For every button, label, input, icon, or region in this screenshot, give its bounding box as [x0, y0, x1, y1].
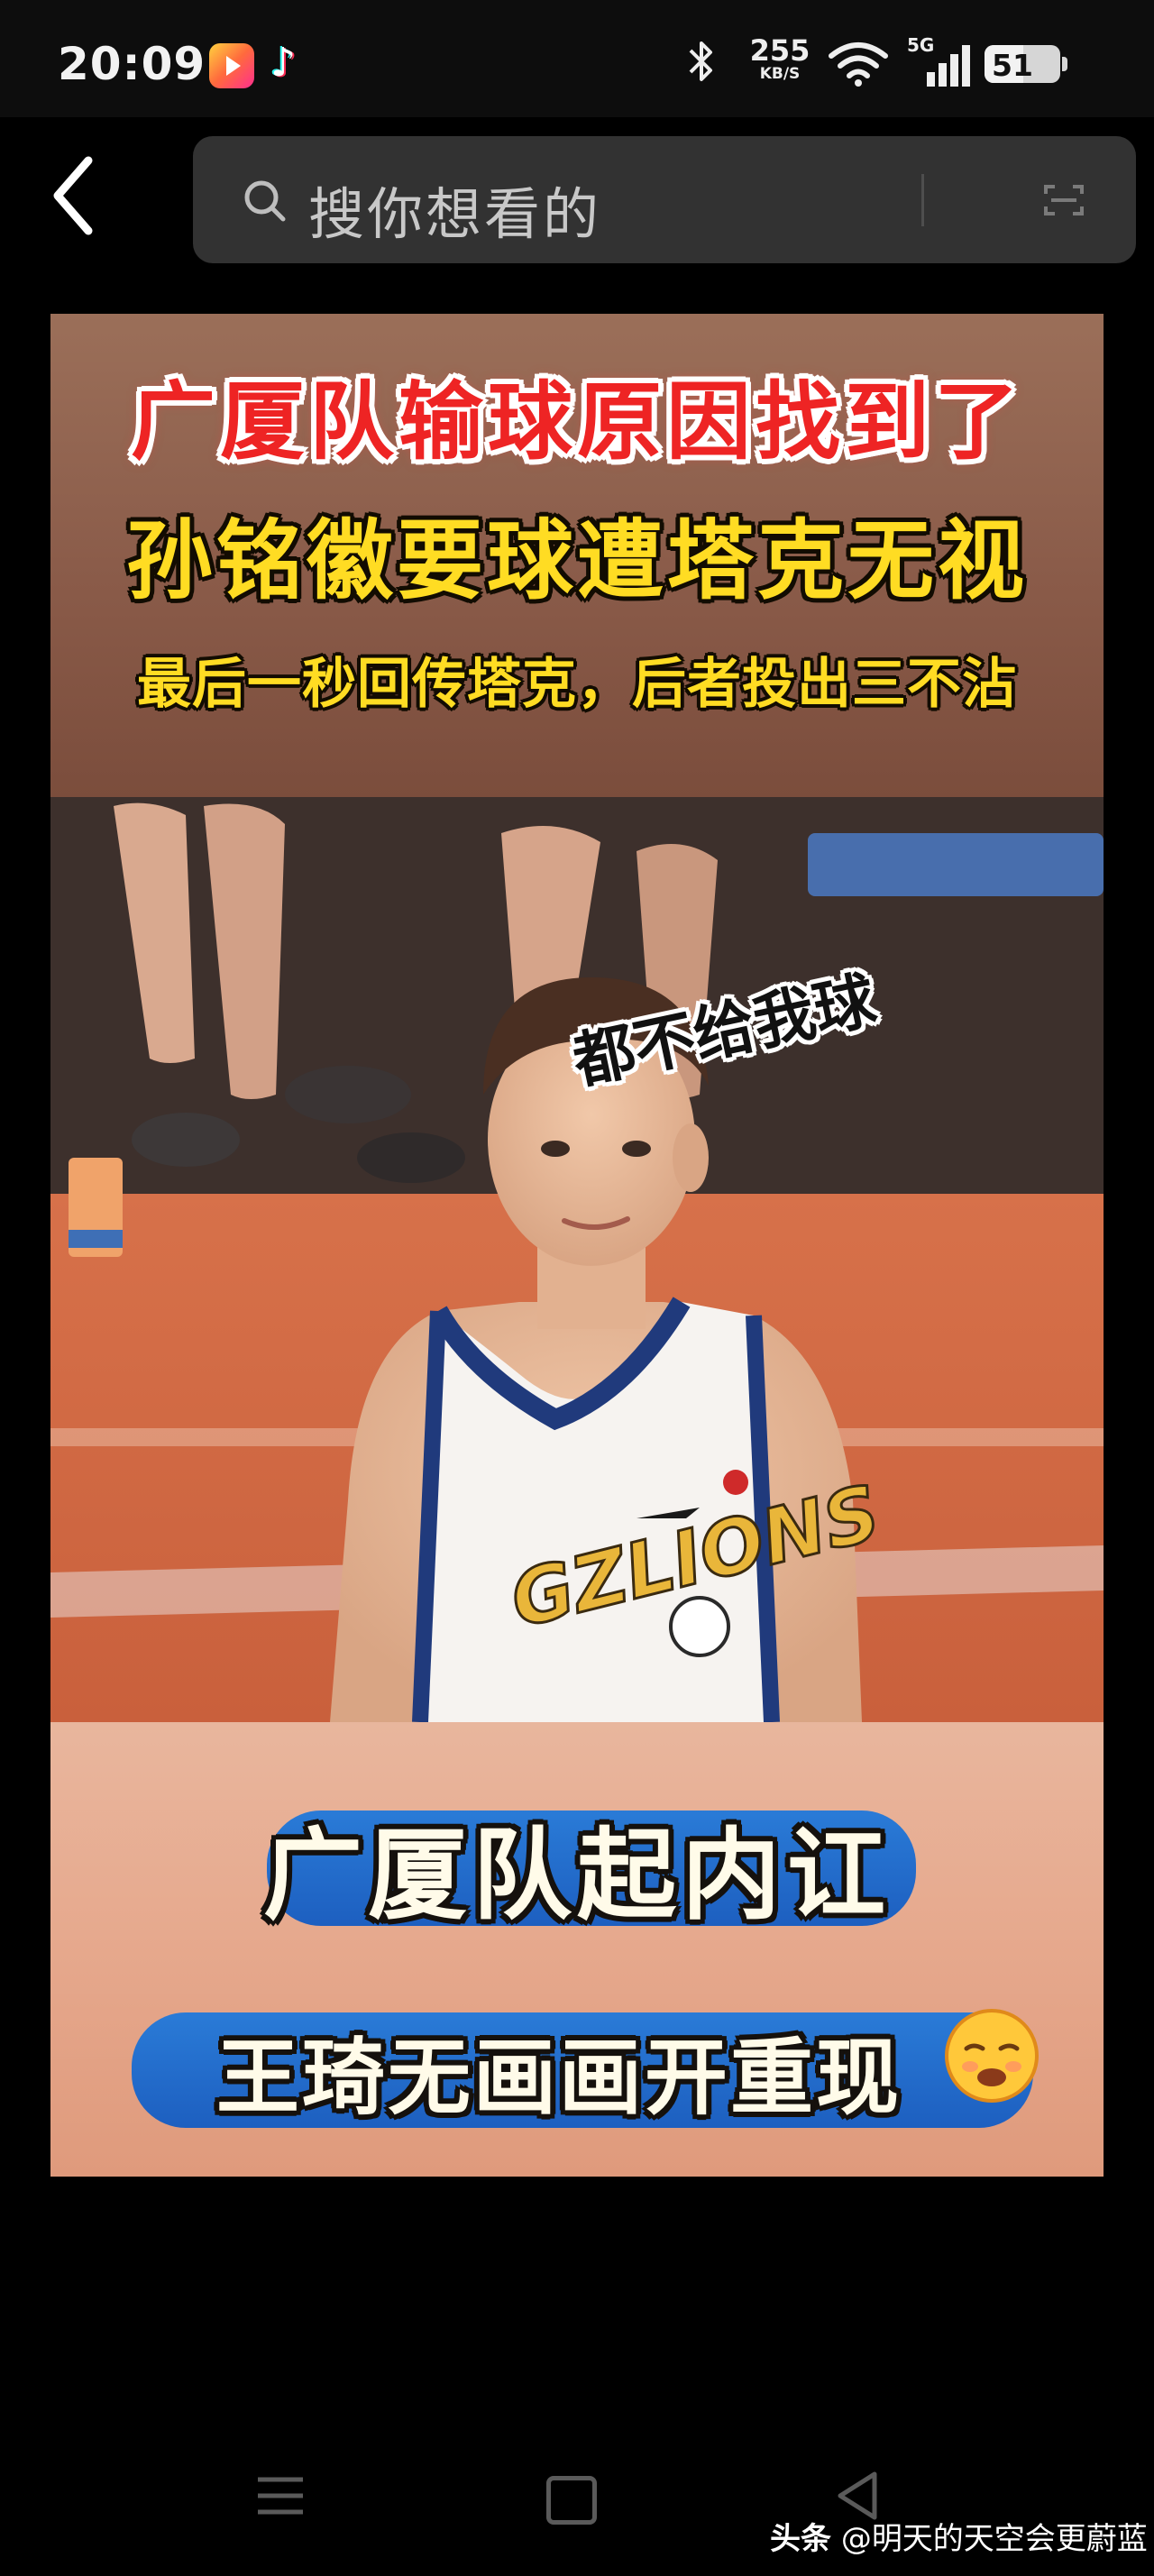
search-input[interactable]: 搜你想看的 [308, 169, 601, 250]
home-button[interactable] [546, 2476, 597, 2525]
status-time: 20:09 [58, 38, 206, 90]
post-image[interactable]: 广厦队输球原因找到了 孙铭徽要球遭塔克无视 最后一秒回传塔克，后者投出三不沾 G… [50, 314, 1104, 2177]
watermark: 头条 @明天的天空会更蔚蓝 [770, 2514, 1148, 2558]
scan-icon[interactable] [1044, 183, 1084, 221]
back-button[interactable] [47, 155, 119, 245]
watermark-handle: @明天的天空会更蔚蓝 [840, 2521, 1148, 2557]
video-app-icon [209, 43, 254, 88]
network-speed: 255 KB/S [746, 36, 813, 82]
headline-red: 广厦队输球原因找到了 [130, 373, 1023, 472]
caption-text-2: 王琦无画画开重现 [215, 2030, 902, 2126]
network-speed-unit: KB/S [759, 65, 801, 83]
bottom-caption-panel: 广厦队起内讧 王琦无画画开重现 [50, 1722, 1104, 2177]
wifi-icon [828, 40, 889, 90]
signal-type-label: 5G [907, 34, 935, 56]
watermark-brand: 头条 [770, 2521, 831, 2557]
battery-icon: 51 [985, 45, 1067, 83]
tiktok-icon: ♪ [270, 40, 297, 86]
status-bar: 20:09 ♪ 255 KB/S 5G 51 [0, 0, 1154, 117]
network-speed-value: 255 [749, 33, 811, 68]
search-bar[interactable]: 搜你想看的 [193, 136, 1136, 263]
caption-text-1: 广厦队起内讧 [263, 1818, 891, 1933]
cellular-signal-icon: 5G [907, 34, 970, 88]
headline-yellow: 孙铭徽要球遭塔克无视 [126, 510, 1028, 611]
player-photo: GZLIONS [50, 797, 1104, 1722]
search-divider [921, 174, 924, 226]
title-panel: 广厦队输球原因找到了 孙铭徽要球遭塔克无视 最后一秒回传塔克，后者投出三不沾 [50, 314, 1104, 797]
headline-subtitle: 最后一秒回传塔克，后者投出三不沾 [137, 653, 1017, 716]
recent-apps-button[interactable] [256, 2474, 305, 2521]
sad-face-emoji-icon [943, 2007, 1040, 2104]
search-icon [242, 178, 290, 230]
bluetooth-icon [687, 38, 716, 96]
battery-level: 51 [992, 48, 1033, 83]
